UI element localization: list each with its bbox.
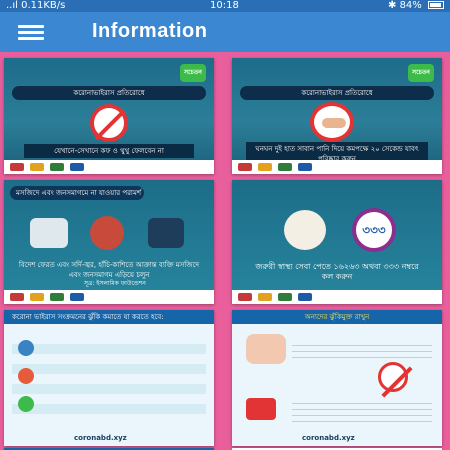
advice-icon <box>18 340 34 356</box>
poster-card[interactable]: করোনা ভাইরাস সংক্রমনের ঝুঁকি কমাতে যা কর… <box>4 310 214 446</box>
poster-image: অন্যদের ঝুঁকিমুক্ত রাখুন coronabd.xyz <box>232 310 442 446</box>
advice-text <box>292 340 432 360</box>
poster-caption: বিদেশ ফেরত এবং সর্দি-জ্বর, হাঁচি-কাশিতে … <box>18 261 200 279</box>
sponsor-logos <box>4 160 214 174</box>
advice-text <box>292 398 432 424</box>
battery-status: ✱ 84% <box>388 0 444 12</box>
poster-image: ৩৩৩ জরুরী স্বাস্থ্য সেবা পেতে ১৬২৬৩ অথবা… <box>232 180 442 304</box>
poster-card[interactable]: ৩৩৩ জরুরী স্বাস্থ্য সেবা পেতে ১৬২৬৩ অথবা… <box>232 180 442 304</box>
network-speed: ..ıl 0.11KB/s <box>6 0 66 11</box>
sponsor-logos <box>232 290 442 304</box>
poster-image: মসজিদে এবং জনসমাগমে না যাওয়ার পরামর্শ ব… <box>4 180 214 304</box>
app-bar: Information <box>0 12 450 52</box>
website-label: coronabd.xyz <box>74 434 127 442</box>
poster-banner: করোনাভাইরাস প্রতিরোধে <box>240 86 434 100</box>
poster-source: সূত্র: ইসলামিক ফাউন্ডেশন <box>84 280 146 287</box>
no-spitting-icon <box>90 104 128 142</box>
sponsor-logos <box>4 290 214 304</box>
campaign-logo: সচেতন হই <box>408 64 434 94</box>
campaign-logo: সচেতন হই <box>180 64 206 94</box>
poster-card[interactable]: অন্যদের ঝুঁকিমুক্ত রাখুন coronabd.xyz <box>232 310 442 446</box>
poster-heading: করোনা ভাইরাস সংক্রমনের ঝুঁকি কমাতে যা কর… <box>4 310 214 324</box>
prayer-illustration <box>30 218 68 248</box>
poster-card[interactable]: সচেতন হই করোনাভাইরাস প্রতিরোধে ঘনঘন দুই … <box>232 58 442 174</box>
battery-icon <box>428 1 444 9</box>
poster-banner: মসজিদে এবং জনসমাগমে না যাওয়ার পরামর্শ <box>10 186 144 200</box>
advice-icon <box>18 396 34 412</box>
hotline-badge: ৩৩৩ <box>352 208 396 252</box>
status-bar: ..ıl 0.11KB/s 10:18 ✱ 84% <box>0 0 450 12</box>
poster-caption: জরুরী স্বাস্থ্য সেবা পেতে ১৬২৬৩ অথবা ৩৩৩… <box>255 262 419 281</box>
battery-percent: ✱ 84% <box>388 0 422 11</box>
website-label: coronabd.xyz <box>302 434 355 442</box>
poster-heading: অন্যদের ঝুঁকিমুক্ত রাখুন <box>232 310 442 324</box>
poster-image: করোনা ভাইরাস সংক্রমনের ঝুঁকি কমাতে যা কর… <box>4 310 214 446</box>
poster-image: সচেতন হই করোনাভাইরাস প্রতিরোধে ঘনঘন দুই … <box>232 58 442 174</box>
handwash-icon <box>310 102 354 142</box>
cough-illustration <box>246 334 286 364</box>
poster-image: সচেতন হই করোনাভাইরাস প্রতিরোধে যেখানে-সে… <box>4 58 214 174</box>
poster-card[interactable]: মসজিদে এবং জনসমাগমে না যাওয়ার পরামর্শ ব… <box>4 180 214 304</box>
crowd-illustration <box>148 218 184 248</box>
poster-grid: সচেতন হই করোনাভাইরাস প্রতিরোধে যেখানে-সে… <box>0 52 450 450</box>
sponsor-logos <box>232 160 442 174</box>
advice-icon <box>18 368 34 384</box>
poster-banner: করোনাভাইরাস প্রতিরোধে <box>12 86 206 100</box>
no-entry-icon <box>378 362 408 392</box>
sick-person-illustration <box>90 216 124 250</box>
advice-list <box>12 334 206 424</box>
poster-card[interactable]: সচেতন হই করোনাভাইরাস প্রতিরোধে যেখানে-সে… <box>4 58 214 174</box>
first-aid-icon <box>246 398 276 420</box>
clock: 10:18 <box>210 0 239 11</box>
page-title: Information <box>92 20 208 42</box>
health-service-illustration <box>284 210 326 250</box>
menu-icon[interactable] <box>18 25 44 41</box>
poster-caption: যেখানে-সেখানে কফ ও থুথু ফেলবেন না <box>24 144 194 158</box>
